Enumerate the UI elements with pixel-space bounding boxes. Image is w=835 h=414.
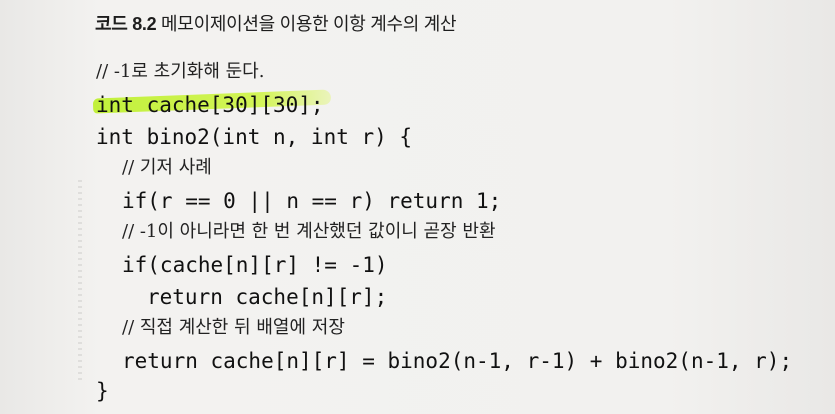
- code-return-cached: return cache[n][r];: [147, 285, 388, 309]
- code-closing-brace: }: [96, 379, 109, 403]
- code-cache-declaration: int cache[30][30];: [96, 93, 324, 117]
- listing-number: 코드 8.2: [95, 14, 157, 34]
- book-page: 코드 8.2 메모이제이션을 이용한 이항 계수의 계산 // -1로 초기화해…: [0, 0, 835, 414]
- page-texture: [78, 180, 82, 380]
- code-comment-compute: // 직접 계산한 뒤 배열에 저장: [122, 317, 345, 338]
- code-base-case: if(r == 0 || n == r) return 1;: [122, 189, 502, 213]
- code-comment-init: // -1로 초기화해 둔다.: [96, 61, 265, 82]
- code-comment-base-case: // 기저 사례: [122, 157, 212, 178]
- code-memo-check: if(cache[n][r] != -1): [122, 253, 388, 277]
- code-return-computed: return cache[n][r] = bino2(n-1, r-1) + b…: [122, 349, 793, 373]
- code-listing-title: 코드 8.2 메모이제이션을 이용한 이항 계수의 계산: [95, 10, 457, 36]
- listing-caption: 메모이제이션을 이용한 이항 계수의 계산: [161, 14, 457, 34]
- code-comment-memo-check: // -1이 아니라면 한 번 계산했던 값이니 곧장 반환: [122, 221, 496, 242]
- code-function-signature: int bino2(int n, int r) {: [96, 125, 413, 149]
